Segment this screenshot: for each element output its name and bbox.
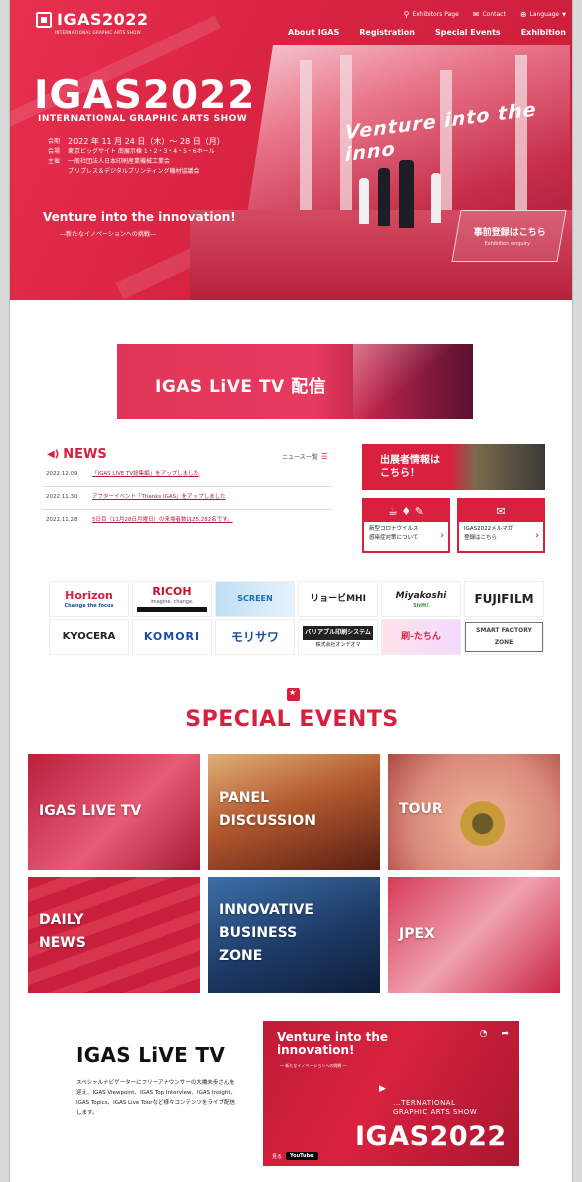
sponsor-logo[interactable]: バリアブル印刷システム 株式会社オンデオマ [298, 619, 378, 655]
hero-subtitle: INTERNATIONAL GRAPHIC ARTS SHOW [38, 114, 248, 124]
covid-measures-card[interactable]: ☕ ♦ ✎ 新型コロナウイルス 感染症対策について › [362, 498, 450, 553]
youtube-badge[interactable]: 見る YouTube [272, 1152, 318, 1160]
pre-registration-sub: Exhibition enquiry [484, 241, 531, 247]
logo-icon [36, 12, 52, 28]
hero: Venture into the inno IGAS2022 INTERNATI… [10, 0, 572, 300]
hero-tagline: Venture into the innovation! [43, 210, 236, 224]
newsletter-icon: ✉ [459, 500, 543, 522]
live-tv-banner[interactable]: IGAS LiVE TV 配信 [117, 344, 473, 419]
event-tile-jpex[interactable]: JPEX [388, 877, 560, 993]
hero-pillar [300, 60, 312, 210]
news-list: 2022.12.09 「IGAS LIVE TV総集編」をアップしました 2022… [42, 464, 332, 532]
info-row-venue: 会場 東京ビッグサイト 南展示棟 1・2・3・4・5・6ホール [48, 148, 215, 155]
contact-link[interactable]: ✉ Contact [473, 10, 506, 19]
language-selector[interactable]: ⊕ Language ▼ [520, 10, 566, 19]
sponsor-logo[interactable]: リョービMHI [298, 581, 378, 617]
pre-registration-label: 事前登録はこちら [473, 228, 546, 238]
chevron-down-icon: ▼ [562, 11, 566, 18]
video-headline-sub: ― 新たなイノベーションへの挑戦 ― [280, 1063, 347, 1068]
video-controls: ◔ ➦ [480, 1029, 509, 1039]
event-tile-innovative-business-zone[interactable]: INNOVATIVE BUSINESS ZONE [208, 877, 380, 993]
exhibitor-info-card[interactable]: 出展者情報は こちら！ [362, 444, 545, 490]
youtube-video-player[interactable]: Venture into the innovation! ― 新たなイノベーショ… [263, 1021, 519, 1166]
logo-subtext: INTERNATIONAL GRAPHIC ARTS SHOW [55, 30, 141, 35]
info-row-organizer2: プリプレス＆デジタルプリンティング機材協議会 [68, 168, 200, 175]
event-tile-live-tv[interactable]: IGAS LIVE TV [28, 754, 200, 870]
utility-nav: ⚲ Exhibitors Page ✉ Contact ⊕ Language ▼ [404, 10, 566, 19]
site-logo[interactable]: IGAS2022 [36, 12, 149, 28]
news-item[interactable]: 2022.11.30 アフターイベント「Thanks IGAS」をアップしました [42, 487, 332, 510]
sponsor-logo[interactable]: モリサワ [215, 619, 295, 655]
video-big-title: IGAS2022 [355, 1121, 507, 1152]
sponsor-logo[interactable]: Miyakoshi Shift! [381, 581, 461, 617]
mail-icon: ✉ [472, 10, 480, 19]
calendar-icon [287, 688, 300, 701]
sponsor-logo[interactable]: RICOH imagine. change. [132, 581, 212, 617]
globe-icon: ⊕ [519, 10, 527, 19]
video-show-name: ...TERNATIONAL GRAPHIC ARTS SHOW [393, 1099, 478, 1116]
logo-text: IGAS2022 [57, 10, 149, 29]
nav-about[interactable]: About IGAS [288, 28, 339, 37]
newsletter-label: IGAS2022メルマガ 登録はこちら [464, 526, 514, 541]
live-tv-description: スペシャルナビゲーターにフリーアナウンサーの大橋未歩さんを迎え、IGAS Vie… [76, 1080, 236, 1116]
clock-icon[interactable]: ◔ [480, 1029, 488, 1039]
ricoh-bar [137, 607, 207, 612]
live-tv-banner-text: IGAS LiVE TV 配信 [155, 377, 327, 397]
banner-shine [353, 344, 473, 419]
live-tv-title: IGAS LiVE TV [76, 1043, 226, 1067]
sponsor-logo[interactable]: 刷-たちん [381, 619, 461, 655]
hero-tagline-sub: ―新たなイノベーションへの挑戦― [60, 231, 156, 238]
news-item[interactable]: 2022.11.28 5日目（11月28日月曜日）の来場者数は25,282名です。 [42, 510, 332, 532]
megaphone-icon: ◀) [47, 449, 60, 460]
video-headline: Venture into the innovation! [277, 1030, 389, 1057]
play-icon[interactable]: ▶ [379, 1084, 386, 1094]
nav-exhibition[interactable]: Exhibition [521, 28, 566, 37]
user-icon: ⚲ [403, 10, 410, 19]
event-tile-panel-discussion[interactable]: PANEL DISCUSSION [208, 754, 380, 870]
sponsor-logo[interactable]: KYOCERA [49, 619, 129, 655]
hero-title: IGAS2022 [34, 73, 256, 118]
sponsor-logo[interactable]: SCREEN [215, 581, 295, 617]
chevron-right-icon: › [535, 531, 539, 541]
sponsor-logo[interactable]: KOMORI [132, 619, 212, 655]
hero-person [399, 160, 414, 228]
hero-person [359, 178, 369, 224]
main-nav: About IGAS Registration Special Events E… [288, 28, 566, 37]
covid-measures-label: 新型コロナウイルス 感染症対策について [369, 526, 419, 541]
exhibitors-page-link[interactable]: ⚲ Exhibitors Page [404, 10, 459, 19]
list-icon: ☰ [320, 452, 328, 461]
event-tile-tour[interactable]: TOUR [388, 754, 560, 870]
nav-registration[interactable]: Registration [359, 28, 415, 37]
info-row-organizer: 主催 一般社団法人日本印刷産業機械工業会 [48, 158, 171, 165]
hero-info: 会期 2022 年 11 月 24 日（木）〜 28 日（月） 会場 東京ビッグサイ… [48, 137, 225, 177]
nav-special-events[interactable]: Special Events [435, 28, 501, 37]
sponsor-logo[interactable]: SMART FACTORY ZONE [464, 619, 544, 655]
pre-registration-button[interactable]: 事前登録はこちら Exhibition enquiry [451, 210, 567, 262]
hero-person [431, 173, 441, 223]
chevron-right-icon: › [440, 531, 444, 541]
news-heading: ◀) NEWS [47, 447, 107, 462]
news-item[interactable]: 2022.12.09 「IGAS LIVE TV総集編」をアップしました [42, 464, 332, 487]
news-all-link[interactable]: ニュース一覧 ☰ [282, 452, 328, 461]
info-row-dates: 会期 2022 年 11 月 24 日（木）〜 28 日（月） [48, 137, 225, 146]
hero-person [378, 168, 390, 226]
sponsor-logo[interactable]: FUJIFILM [464, 581, 544, 617]
share-icon[interactable]: ➦ [501, 1029, 509, 1039]
newsletter-card[interactable]: ✉ IGAS2022メルマガ 登録はこちら › [457, 498, 545, 553]
exhibitor-info-label: 出展者情報は こちら！ [380, 455, 440, 479]
event-tile-daily-news[interactable]: DAILY NEWS [28, 877, 200, 993]
page: Venture into the inno IGAS2022 INTERNATI… [9, 0, 573, 1182]
sponsor-grid: Horizon Change the focus RICOH imagine. ch… [49, 581, 544, 655]
special-events-title: SPECIAL EVENTS [185, 707, 399, 732]
health-icons: ☕ ♦ ✎ [364, 500, 448, 522]
sponsor-logo[interactable]: Horizon Change the focus [49, 581, 129, 617]
